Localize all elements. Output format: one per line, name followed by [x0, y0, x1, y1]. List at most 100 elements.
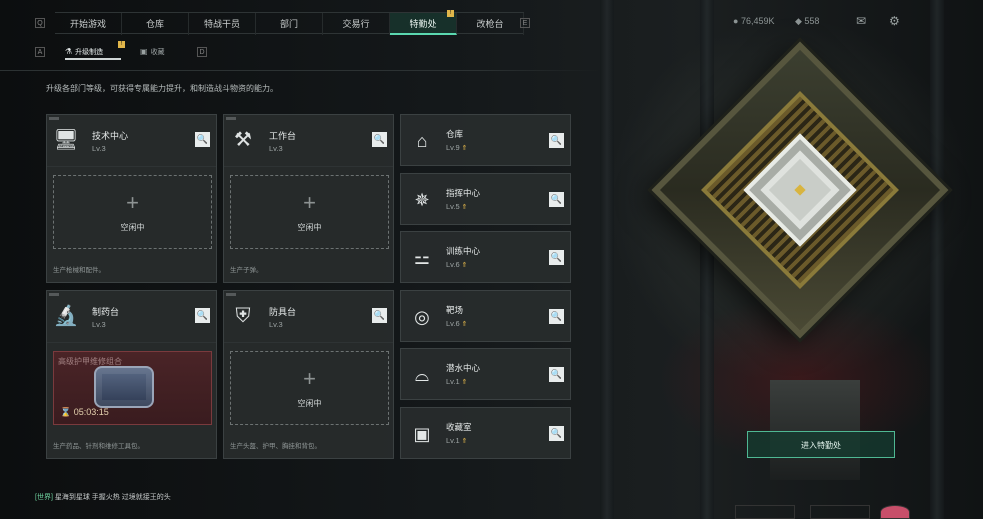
- mystery-cube-model: [650, 40, 950, 340]
- notice-badge: !: [118, 41, 125, 48]
- subtab-collection[interactable]: ▣ 收藏: [140, 44, 190, 60]
- panel-header: 🖥 技术中心 Lv.3 🔍: [47, 115, 216, 167]
- facility-level: Lv.9 ⇑: [446, 143, 468, 152]
- panel-level: Lv.3: [269, 144, 283, 153]
- prev-tab-icon[interactable]: Q: [35, 18, 45, 28]
- coin-balance: ● 76,459K: [733, 16, 775, 26]
- crafting-slot[interactable]: 高级护甲维修组合 ⌛ 05:03:15: [53, 351, 212, 425]
- upgrade-icon: ⇑: [461, 321, 468, 328]
- bottom-bar: [0, 505, 983, 519]
- production-slot[interactable]: + 空闲中: [53, 175, 212, 249]
- craft-icon: ⚗: [65, 47, 73, 56]
- search-icon[interactable]: 🔍: [195, 132, 210, 147]
- panel-name: 防具台: [269, 307, 297, 317]
- bottom-slot[interactable]: [735, 505, 795, 519]
- production-slot[interactable]: + 空闲中: [230, 351, 389, 425]
- panel-armor-bench[interactable]: ⛨ 防具台 Lv.3 🔍 + 空闲中 生产头盔、护甲、胸挂和背包。: [223, 290, 394, 459]
- facility-level: Lv.6 ⇑: [446, 260, 468, 269]
- tab-start-game[interactable]: 开始游戏: [55, 13, 122, 35]
- facility-training-center[interactable]: ⚍ 训练中心 Lv.6 ⇑ 🔍: [400, 231, 571, 283]
- upgrade-icon: ⇑: [461, 438, 468, 445]
- warehouse-icon: ⌂: [416, 131, 428, 151]
- search-icon[interactable]: 🔍: [372, 132, 387, 147]
- panel-pharmacy[interactable]: 🔬 制药台 Lv.3 🔍 高级护甲维修组合 ⌛ 05:03:15 生产药品、针剂…: [46, 290, 217, 459]
- armor-icon: ⛨: [235, 305, 251, 327]
- search-icon[interactable]: 🔍: [549, 426, 564, 441]
- gear-icon[interactable]: ⚙: [889, 14, 900, 28]
- facility-diving-center[interactable]: ⌓ 潜水中心 Lv.1 ⇑ 🔍: [400, 348, 571, 400]
- mail-icon[interactable]: ✉: [856, 14, 866, 28]
- next-tab-icon[interactable]: E: [520, 18, 530, 28]
- panel-header: 🔬 制药台 Lv.3 🔍: [47, 291, 216, 343]
- avatar[interactable]: [880, 505, 910, 519]
- target-icon: ◎: [414, 307, 430, 327]
- panel-footer: 生产子弹。: [230, 267, 263, 274]
- facility-name: 潜水中心: [446, 363, 481, 373]
- tab-gunsmith[interactable]: 改枪台: [457, 13, 524, 35]
- chat-message[interactable]: [世界] 星海到星球 手握火热 过境就接王的头: [35, 492, 171, 502]
- facility-warehouse[interactable]: ⌂ 仓库 Lv.9 ⇑ 🔍: [400, 114, 571, 166]
- next-subtab-icon[interactable]: D: [197, 47, 207, 57]
- subtab-upgrade-craft[interactable]: ⚗ 升级制造!: [65, 41, 125, 60]
- search-icon[interactable]: 🔍: [549, 192, 564, 207]
- computer-icon: 🖥: [53, 129, 79, 151]
- top-tabs: 开始游戏 仓库 特战干员 部门 交易行 特勤处! 改枪台: [55, 10, 524, 35]
- upgrade-icon: ⇑: [461, 204, 468, 211]
- gem-balance: ◆ 558: [795, 16, 820, 26]
- facility-name: 仓库: [446, 129, 464, 139]
- tab-market[interactable]: 交易行: [323, 13, 390, 35]
- panel-footer: 生产头盔、护甲、胸挂和背包。: [230, 443, 321, 450]
- armor-repair-kit-image: [94, 366, 154, 408]
- dumbbell-icon: ⚍: [413, 248, 431, 268]
- facility-level: Lv.5 ⇑: [446, 202, 468, 211]
- facility-name: 收藏室: [446, 422, 472, 432]
- tools-icon: ⚒: [234, 129, 252, 151]
- search-icon[interactable]: 🔍: [549, 309, 564, 324]
- panel-tech-center[interactable]: 🖥 技术中心 Lv.3 🔍 + 空闲中 生产枪械和配件。: [46, 114, 217, 283]
- tab-warehouse[interactable]: 仓库: [122, 13, 189, 35]
- panel-level: Lv.3: [92, 144, 106, 153]
- panel-workbench[interactable]: ⚒ 工作台 Lv.3 🔍 + 空闲中 生产子弹。: [223, 114, 394, 283]
- search-icon[interactable]: 🔍: [549, 250, 564, 265]
- slot-status: 空闲中: [297, 223, 322, 232]
- production-slot[interactable]: + 空闲中: [230, 175, 389, 249]
- tab-operators[interactable]: 特战干员: [189, 13, 256, 35]
- panel-name: 工作台: [269, 131, 297, 141]
- bottom-slot[interactable]: [810, 505, 870, 519]
- panel-footer: 生产药品、针剂和维修工具包。: [53, 443, 144, 450]
- hourglass-icon: ⌛: [60, 407, 74, 417]
- prev-subtab-icon[interactable]: A: [35, 47, 45, 57]
- search-icon[interactable]: 🔍: [195, 308, 210, 323]
- microscope-icon: 🔬: [53, 305, 79, 327]
- collection-icon: ▣: [413, 424, 431, 444]
- enter-special-ops-button[interactable]: 进入特勤处: [747, 431, 895, 458]
- divider: [0, 70, 600, 71]
- panel-level: Lv.3: [269, 320, 283, 329]
- search-icon[interactable]: 🔍: [549, 367, 564, 382]
- tab-departments[interactable]: 部门: [256, 13, 323, 35]
- facility-name: 靶场: [446, 305, 464, 315]
- facility-level: Lv.1 ⇑: [446, 436, 468, 445]
- chat-text: 星海到星球 手握火热 过境就接王的头: [54, 494, 171, 501]
- command-icon: ✵: [414, 190, 430, 210]
- panel-footer: 生产枪械和配件。: [53, 267, 105, 274]
- search-icon[interactable]: 🔍: [372, 308, 387, 323]
- top-navigation: Q 开始游戏 仓库 特战干员 部门 交易行 特勤处! 改枪台 E: [0, 10, 983, 35]
- page-description: 升级各部门等级，可获得专属能力提升，和制造战斗物资的能力。: [46, 84, 278, 93]
- facility-level: Lv.6 ⇑: [446, 319, 468, 328]
- chat-channel: [世界]: [35, 494, 53, 501]
- cube-base: [770, 380, 860, 480]
- facility-command-center[interactable]: ✵ 指挥中心 Lv.5 ⇑ 🔍: [400, 173, 571, 225]
- facility-shooting-range[interactable]: ◎ 靶场 Lv.6 ⇑ 🔍: [400, 290, 571, 342]
- facility-collection-room[interactable]: ▣ 收藏室 Lv.1 ⇑ 🔍: [400, 407, 571, 459]
- upgrade-icon: ⇑: [461, 145, 468, 152]
- plus-icon: +: [126, 190, 139, 215]
- facility-name: 训练中心: [446, 246, 481, 256]
- diving-icon: ⌓: [414, 365, 430, 385]
- slot-status: 空闲中: [120, 223, 145, 232]
- facility-level: Lv.1 ⇑: [446, 377, 468, 386]
- upgrade-icon: ⇑: [461, 262, 468, 269]
- tab-special-ops[interactable]: 特勤处!: [390, 10, 457, 35]
- search-icon[interactable]: 🔍: [549, 133, 564, 148]
- panel-name: 技术中心: [92, 131, 129, 141]
